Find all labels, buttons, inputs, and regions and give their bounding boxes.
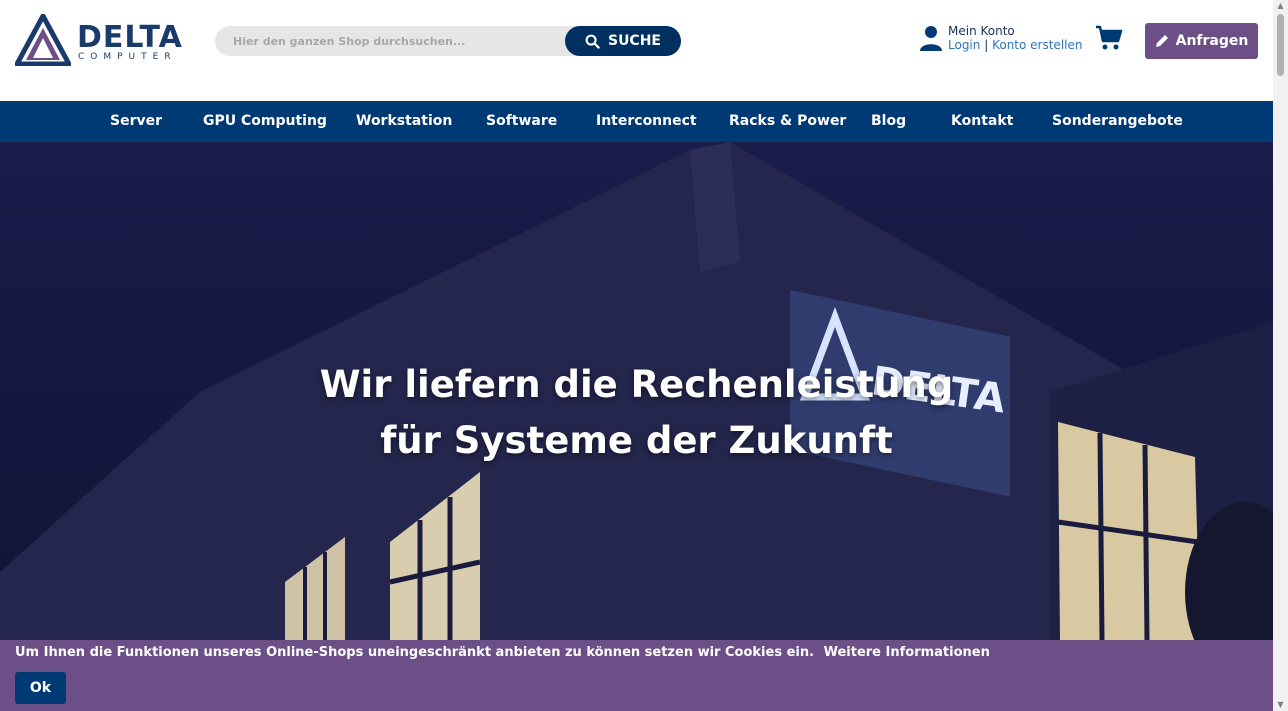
nav-item-workstation[interactable]: Workstation [356, 101, 452, 142]
cart-button[interactable] [1095, 25, 1123, 51]
scroll-thumb[interactable] [1277, 14, 1284, 76]
account-title: Mein Konto [948, 24, 1015, 38]
main-nav: Server GPU Computing Workstation Softwar… [0, 101, 1273, 142]
account-links: Login | Konto erstellen [948, 38, 1082, 52]
cart-icon [1096, 25, 1123, 50]
logo[interactable]: DELTA COMPUTER [15, 14, 190, 66]
scroll-down-arrow-icon[interactable]: ▼ [1276, 700, 1285, 710]
nav-item-blog[interactable]: Blog [871, 101, 906, 142]
hero-title-line-2: für Systeme der Zukunft [380, 419, 893, 462]
login-link[interactable]: Login [948, 38, 980, 52]
pencil-icon [1155, 35, 1168, 47]
scroll-up-arrow-icon[interactable]: ▲ [1276, 1, 1285, 11]
hero-banner: DELTA Wir liefern die Rechenleistung für… [0, 142, 1273, 640]
cookie-message: Um Ihnen die Funktionen unseres Online-S… [15, 645, 815, 660]
nav-item-software[interactable]: Software [486, 101, 557, 142]
search-icon [585, 34, 600, 49]
search-bar: SUCHE [215, 26, 681, 56]
nav-item-gpu-computing[interactable]: GPU Computing [203, 101, 327, 142]
cookie-ok-button[interactable]: Ok [15, 672, 66, 704]
cookie-text-row: Um Ihnen die Funktionen unseres Online-S… [15, 645, 990, 660]
cookie-banner: Um Ihnen die Funktionen unseres Online-S… [0, 640, 1273, 711]
page-scrollbar[interactable]: ▲ ▼ [1273, 0, 1288, 711]
page: DELTA COMPUTER SUCHE Mein Konto Login | [0, 0, 1273, 711]
search-button[interactable]: SUCHE [565, 26, 681, 56]
nav-item-interconnect[interactable]: Interconnect [596, 101, 697, 142]
hero-title-line-1: Wir liefern die Rechenleistung [319, 363, 954, 406]
search-button-label: SUCHE [607, 33, 661, 49]
cookie-more-info-link[interactable]: Weitere Informationen [824, 645, 990, 660]
nav-item-server[interactable]: Server [110, 101, 162, 142]
account-separator: | [984, 38, 989, 52]
logo-text: DELTA [77, 20, 183, 55]
anfragen-label: Anfragen [1175, 33, 1249, 49]
anfragen-button[interactable]: Anfragen [1145, 23, 1258, 59]
header: DELTA COMPUTER SUCHE Mein Konto Login | [0, 0, 1273, 101]
logo-subtext: COMPUTER [78, 52, 177, 62]
logo-mark-icon [15, 14, 71, 66]
register-link[interactable]: Konto erstellen [992, 38, 1082, 52]
nav-item-sonderangebote[interactable]: Sonderangebote [1052, 101, 1183, 142]
search-input[interactable] [215, 26, 573, 56]
nav-item-kontakt[interactable]: Kontakt [951, 101, 1013, 142]
user-icon [920, 26, 942, 51]
nav-item-racks-power[interactable]: Racks & Power [729, 101, 846, 142]
